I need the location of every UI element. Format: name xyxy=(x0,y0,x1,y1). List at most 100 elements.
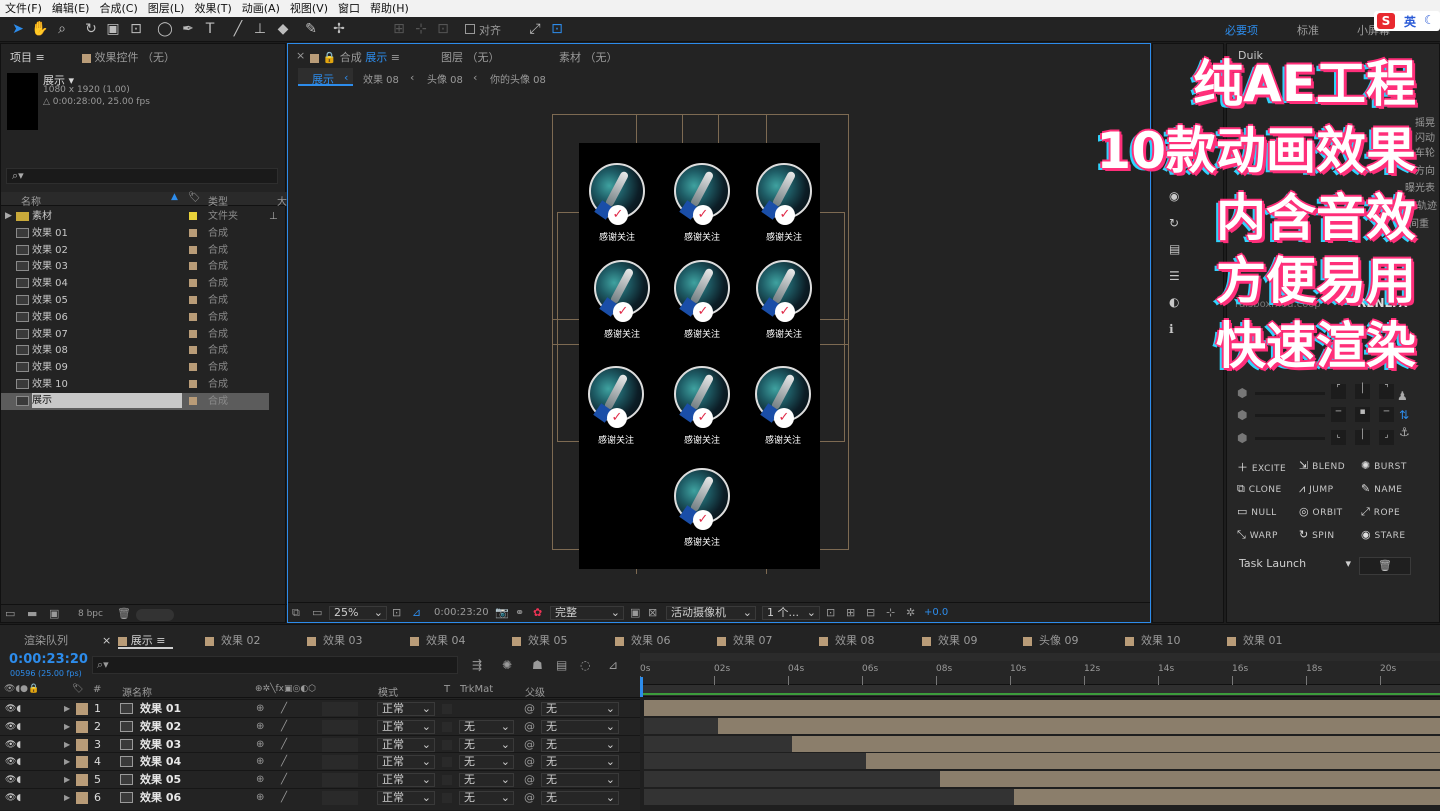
parent-select[interactable]: 无 ⌄ xyxy=(541,773,619,788)
label-swatch[interactable] xyxy=(76,774,88,787)
preserve-transparency-box[interactable] xyxy=(442,793,452,803)
duik-side-2[interactable]: 车轮 xyxy=(1415,144,1435,159)
col-source[interactable]: 源名称 xyxy=(122,684,152,699)
layer-name[interactable]: 效果 01 xyxy=(140,700,181,718)
collapse-switch-icon[interactable]: ⊕ xyxy=(256,753,264,771)
comp-mini-flow-icon[interactable]: ⇶ xyxy=(472,658,482,672)
switch-boxes[interactable] xyxy=(322,737,358,752)
duik-side-0[interactable]: 摇晃 xyxy=(1415,114,1435,129)
timeline-timecode[interactable]: 0:00:23:20 xyxy=(9,652,88,667)
collapse-switch-icon[interactable]: ⊕ xyxy=(256,700,264,718)
layer-row[interactable]: 👁◖ ▶ 3 效果 03 ⊕ ╱ 正常 ⌄ 无 ⌄ @ 无 ⌄ xyxy=(0,734,640,754)
project-item[interactable]: 效果 02 合成 xyxy=(1,242,269,259)
menu-item-7[interactable]: 窗口 xyxy=(333,0,365,17)
menu-item-6[interactable]: 视图(V) xyxy=(285,0,333,17)
blend-mode-select[interactable]: 正常 ⌄ xyxy=(377,702,435,716)
trkmat-select[interactable]: 无 ⌄ xyxy=(459,737,514,752)
quality-switch-icon[interactable]: ╱ xyxy=(281,700,287,718)
trash-button[interactable]: 🗑 xyxy=(1359,557,1411,575)
close-tab-icon[interactable]: × xyxy=(296,49,305,62)
graph-editor-icon[interactable]: ⊿ xyxy=(608,658,618,672)
mask-visibility-icon[interactable]: ⊠ xyxy=(648,606,657,619)
quality-switch-icon[interactable]: ╱ xyxy=(281,789,287,807)
flip-icon[interactable]: ◐ xyxy=(1169,295,1179,309)
timeline-tab-6[interactable]: 效果 06 xyxy=(615,632,671,648)
pan-behind-tool-icon[interactable]: ⊡ xyxy=(127,20,145,38)
timeline-tab-9[interactable]: 效果 09 xyxy=(922,632,978,648)
layer-row[interactable]: 👁◖ ▶ 2 效果 02 ⊕ ╱ 正常 ⌄ 无 ⌄ @ 无 ⌄ xyxy=(0,716,640,735)
new-comp-icon[interactable]: ▣ xyxy=(49,607,59,620)
label-swatch[interactable] xyxy=(189,296,197,304)
project-item[interactable]: ▶ 素材 文件夹 ⊥ xyxy=(1,208,278,225)
text-tool-icon[interactable]: T xyxy=(201,20,219,38)
rotate-tool-icon[interactable]: ↻ xyxy=(82,20,100,38)
workspace-essentials[interactable]: 必要项 xyxy=(1225,22,1258,38)
pickwhip-icon[interactable]: @ xyxy=(524,789,535,807)
quality-switch-icon[interactable]: ╱ xyxy=(281,771,287,789)
expand-arrow-icon[interactable]: ▶ xyxy=(64,771,70,789)
label-swatch[interactable] xyxy=(189,212,197,220)
layer-duration-bar[interactable] xyxy=(644,700,1440,716)
snap-options-icon[interactable]: ⤢ xyxy=(526,20,544,38)
duik-clone-button[interactable]: ⧉ CLONE xyxy=(1237,482,1282,496)
visibility-icon[interactable]: 👁◖ xyxy=(5,771,21,789)
close-tab-icon[interactable]: × xyxy=(102,634,111,647)
show-snapshot-icon[interactable]: ⚭ xyxy=(515,606,524,619)
label-swatch[interactable] xyxy=(189,380,197,388)
project-item[interactable]: 效果 03 合成 xyxy=(1,258,269,275)
comp-canvas[interactable]: ✓ 感谢关注 ✓ 感谢关注 ✓ 感谢关注 ✓ 感谢关注 ✓ 感谢关注 ✓ 感谢关注 ✓ 感谢关注 ✓ 感谢关注… xyxy=(579,143,820,569)
layer-duration-bar[interactable] xyxy=(792,735,1440,752)
parent-select[interactable]: 无 ⌄ xyxy=(541,755,619,770)
parent-select[interactable]: 无 ⌄ xyxy=(541,719,619,734)
layer-duration-bar[interactable] xyxy=(1014,789,1440,805)
project-item[interactable]: 效果 07 合成 xyxy=(1,326,269,343)
trkmat-select[interactable]: 无 ⌄ xyxy=(459,773,514,788)
bpc-label[interactable]: 8 bpc xyxy=(78,609,103,619)
duik-side-3[interactable]: 方向 xyxy=(1415,162,1435,177)
camera-tool-icon[interactable]: ▣ xyxy=(104,20,122,38)
flowchart-icon[interactable]: ⊹ xyxy=(886,606,895,619)
visibility-icon[interactable]: 👁◖ xyxy=(5,736,21,754)
timeline-tab-5[interactable]: 效果 05 xyxy=(512,632,568,648)
timeline-tab-10[interactable]: 头像 09 xyxy=(1023,632,1079,648)
preserve-transparency-box[interactable] xyxy=(442,775,452,786)
swap-icon[interactable]: ⇅ xyxy=(1399,408,1409,422)
label-col-icon[interactable]: 🏷 xyxy=(188,192,201,203)
col-name[interactable]: 名称 xyxy=(21,193,41,208)
blend-mode-select[interactable]: 正常 ⌄ xyxy=(377,773,435,788)
label-swatch[interactable] xyxy=(189,329,197,338)
label-swatch[interactable] xyxy=(189,312,197,321)
layer-duration-bar[interactable] xyxy=(866,753,1440,770)
col-mode[interactable]: 模式 xyxy=(378,684,398,699)
eraser-tool-icon[interactable]: ◆ xyxy=(274,20,292,38)
duik-warp-button[interactable]: ⤡ WARP xyxy=(1237,528,1278,542)
layer-name[interactable]: 效果 06 xyxy=(140,789,181,807)
zoom-tool-icon[interactable]: ⌕ xyxy=(53,20,71,38)
menu-item-5[interactable]: 动画(A) xyxy=(237,0,285,17)
channel-icon[interactable]: ✿ xyxy=(533,606,542,619)
layer-row[interactable]: 👁◖ ▶ 6 效果 06 ⊕ ╱ 正常 ⌄ 无 ⌄ @ 无 ⌄ xyxy=(0,788,640,806)
interpret-footage-icon[interactable]: ▭ xyxy=(5,607,15,620)
duik-side-1[interactable]: 闪动 xyxy=(1415,129,1435,144)
duik-slider-1[interactable] xyxy=(1255,392,1325,395)
camera-select[interactable]: 活动摄像机 ⌄ xyxy=(666,606,756,620)
duik-name-button[interactable]: ✎ NAME xyxy=(1361,482,1402,495)
collapse-switch-icon[interactable]: ⊕ xyxy=(256,771,264,789)
quality-switch-icon[interactable]: ╱ xyxy=(281,736,287,754)
project-item[interactable]: 效果 08 合成 xyxy=(1,342,269,359)
local-axis-icon[interactable]: ⊞ xyxy=(390,20,408,38)
ellipse-tool-icon[interactable]: ◯ xyxy=(156,20,174,38)
anchor-b[interactable]: │ xyxy=(1355,430,1370,445)
work-area-bar[interactable] xyxy=(640,653,1440,661)
timeline-icon[interactable]: ⊟ xyxy=(866,606,875,619)
parent-select[interactable]: 无 ⌄ xyxy=(541,702,619,716)
duik-excite-button[interactable]: ＋ EXCITE xyxy=(1237,459,1286,475)
shy-icon[interactable]: ☗ xyxy=(532,658,543,672)
blend-mode-select[interactable]: 正常 ⌄ xyxy=(377,755,435,770)
duik-jump-button[interactable]: ⩘ JUMP xyxy=(1299,482,1334,496)
views-select[interactable]: 1 个... ⌄ xyxy=(762,606,820,620)
breadcrumb-3[interactable]: 你的头像 08 xyxy=(490,71,546,86)
switch-boxes[interactable] xyxy=(322,702,358,716)
project-item[interactable]: 效果 06 合成 xyxy=(1,309,269,326)
pin-icon[interactable]: ♟ xyxy=(1397,389,1408,403)
